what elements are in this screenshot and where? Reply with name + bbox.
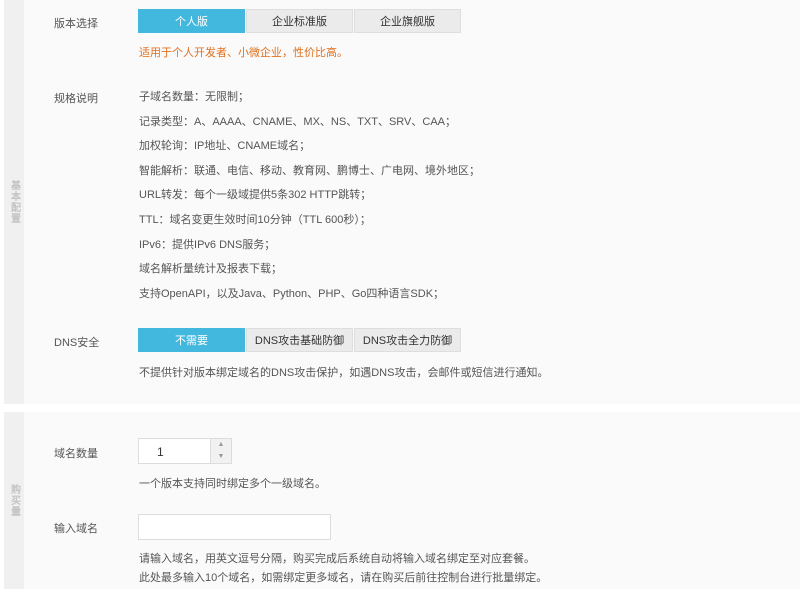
domain-count-value[interactable]: 1 (157, 445, 164, 459)
side-tab-buy: 购买量 (4, 412, 24, 589)
side-tab-basic: 基本配置 (4, 0, 24, 404)
version-option-enterprise-standard[interactable]: 企业标准版 (246, 9, 353, 33)
spec-item: 域名解析量统计及报表下载； (139, 263, 282, 276)
dns-option-none[interactable]: 不需要 (138, 328, 245, 352)
spec-item: 支持OpenAPI，以及Java、Python、PHP、Go四种语言SDK； (139, 287, 445, 300)
domain-count-label: 域名数量 (54, 448, 98, 460)
dns-option-basic-defense[interactable]: DNS攻击基础防御 (246, 328, 353, 352)
increment-arrow-icon[interactable]: ▲ (211, 439, 231, 451)
spec-item: IPv6：提供IPv6 DNS服务； (139, 238, 276, 251)
dns-option-full-defense[interactable]: DNS攻击全力防御 (354, 328, 461, 352)
spec-item: 智能解析：联通、电信、移动、教育网、鹏博士、广电网、境外地区； (139, 164, 480, 177)
spec-item: 加权轮询：IP地址、CNAME域名； (139, 140, 311, 153)
dns-security-note: 不提供针对版本绑定域名的DNS攻击保护，如遇DNS攻击，会邮件或短信进行通知。 (139, 367, 549, 379)
spec-item: TTL：域名变更生效时间10分钟（TTL 600秒）； (139, 213, 371, 226)
dns-security-label: DNS安全 (54, 337, 100, 349)
version-note: 适用于个人开发者、小微企业，性价比高。 (139, 47, 348, 59)
domain-count-stepper[interactable]: 1 ▲ ▼ (138, 438, 232, 464)
version-selector: 个人版 企业标准版 企业旗舰版 (138, 9, 462, 33)
dns-security-selector: 不需要 DNS攻击基础防御 DNS攻击全力防御 (138, 328, 462, 352)
decrement-arrow-icon[interactable]: ▼ (211, 451, 231, 463)
domain-input-label: 输入域名 (54, 523, 98, 535)
domain-input-hint-1: 请输入域名，用英文逗号分隔，购买完成后系统自动将输入域名绑定至对应套餐。 (139, 553, 535, 565)
domain-input-field[interactable] (138, 514, 331, 540)
stepper-arrows: ▲ ▼ (210, 439, 231, 463)
spec-item: 子域名数量：无限制； (139, 91, 249, 103)
specs-label: 规格说明 (54, 93, 98, 105)
spec-item: 记录类型：A、AAAA、CNAME、MX、NS、TXT、SRV、CAA； (139, 115, 457, 128)
version-option-personal[interactable]: 个人版 (138, 9, 245, 33)
domain-input-hint-2: 此处最多输入10个域名，如需绑定更多域名，请在购买后前往控制台进行批量绑定。 (139, 572, 548, 584)
spec-list: 子域名数量：无限制； 记录类型：A、AAAA、CNAME、MX、NS、TXT、S… (139, 90, 480, 311)
domain-count-hint: 一个版本支持同时绑定多个一级域名。 (139, 478, 326, 490)
version-option-enterprise-flagship[interactable]: 企业旗舰版 (354, 9, 461, 33)
spec-item: URL转发：每个一级域提供5条302 HTTP跳转； (139, 189, 372, 202)
version-label: 版本选择 (54, 18, 98, 30)
